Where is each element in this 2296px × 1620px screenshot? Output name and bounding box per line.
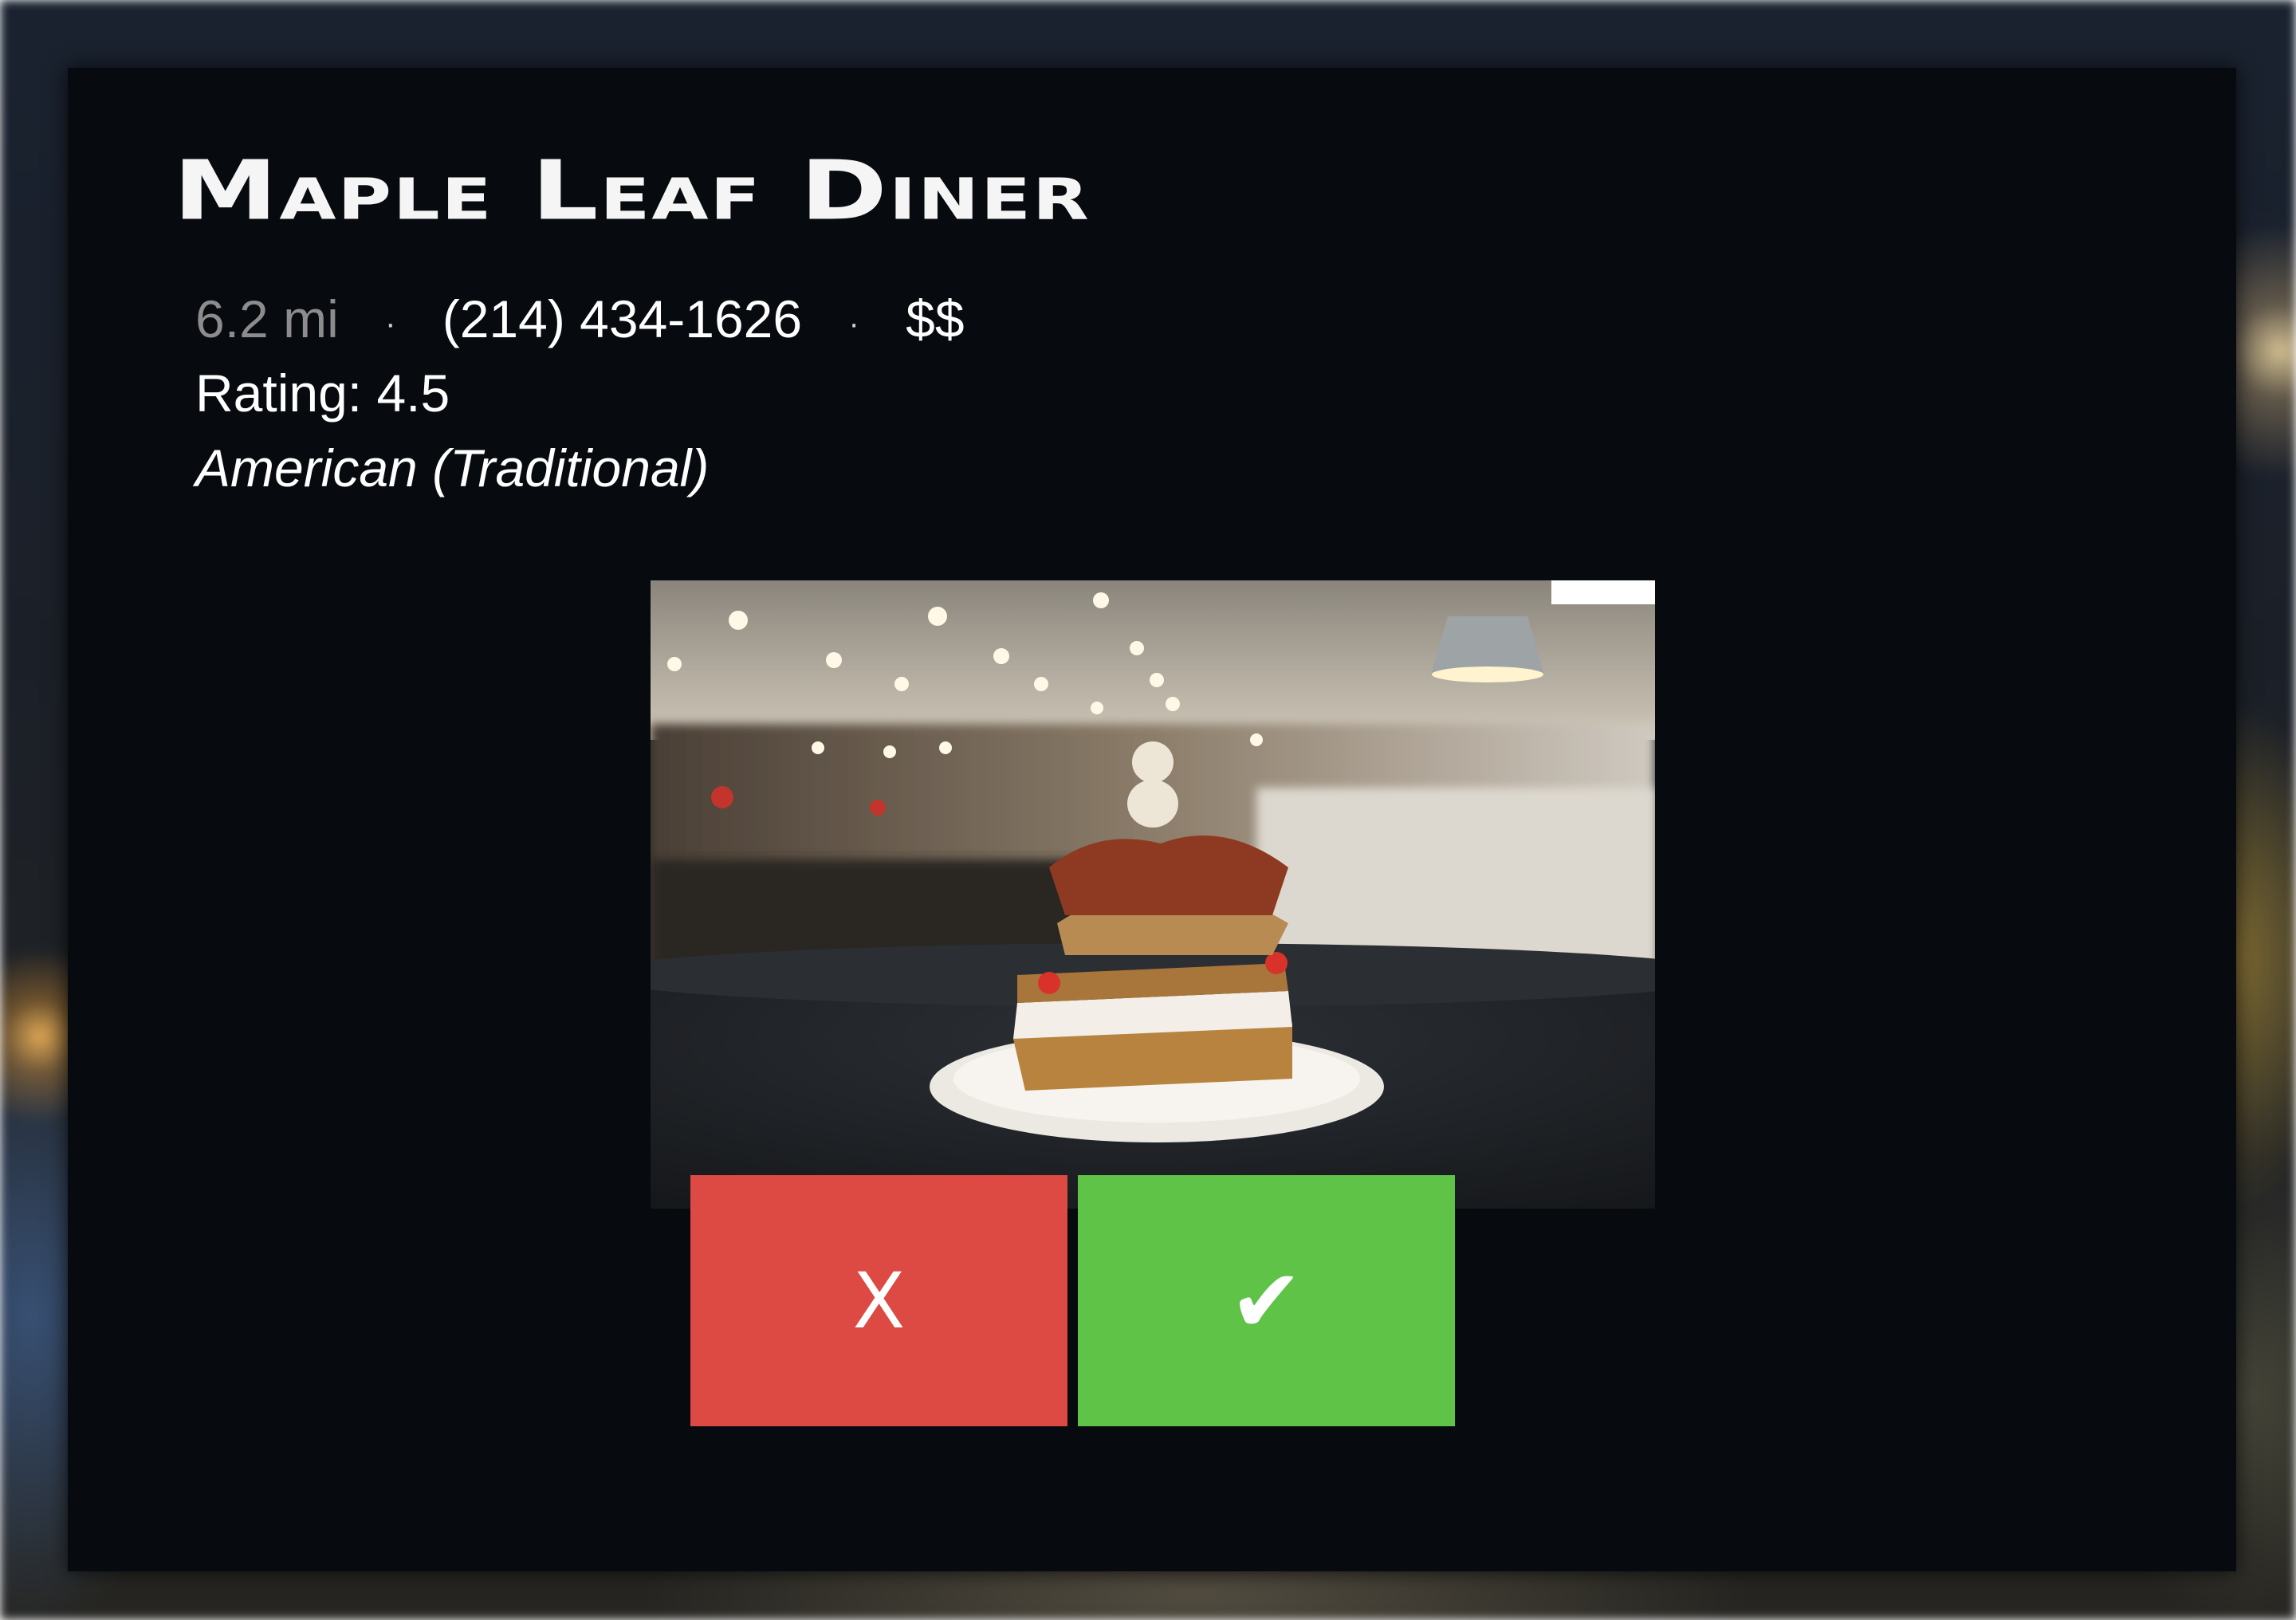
reject-button[interactable]: X (690, 1175, 1067, 1426)
restaurant-name: Maple Leaf Diner (173, 143, 1091, 239)
accept-button[interactable]: ✔ (1078, 1175, 1455, 1426)
distance: 6.2 mi (195, 289, 339, 348)
rating: Rating: 4.5 (195, 364, 450, 423)
separator-dot: · (385, 305, 396, 341)
price-level: $$ (906, 289, 965, 348)
phone-number: (214) 434-1626 (442, 289, 803, 348)
cuisine-category: American (Traditional) (195, 438, 710, 497)
restaurant-photo (651, 580, 1655, 1209)
separator-dot: · (848, 305, 859, 341)
restaurant-meta: 6.2 mi · (214) 434-1626 · $$ (195, 287, 965, 356)
